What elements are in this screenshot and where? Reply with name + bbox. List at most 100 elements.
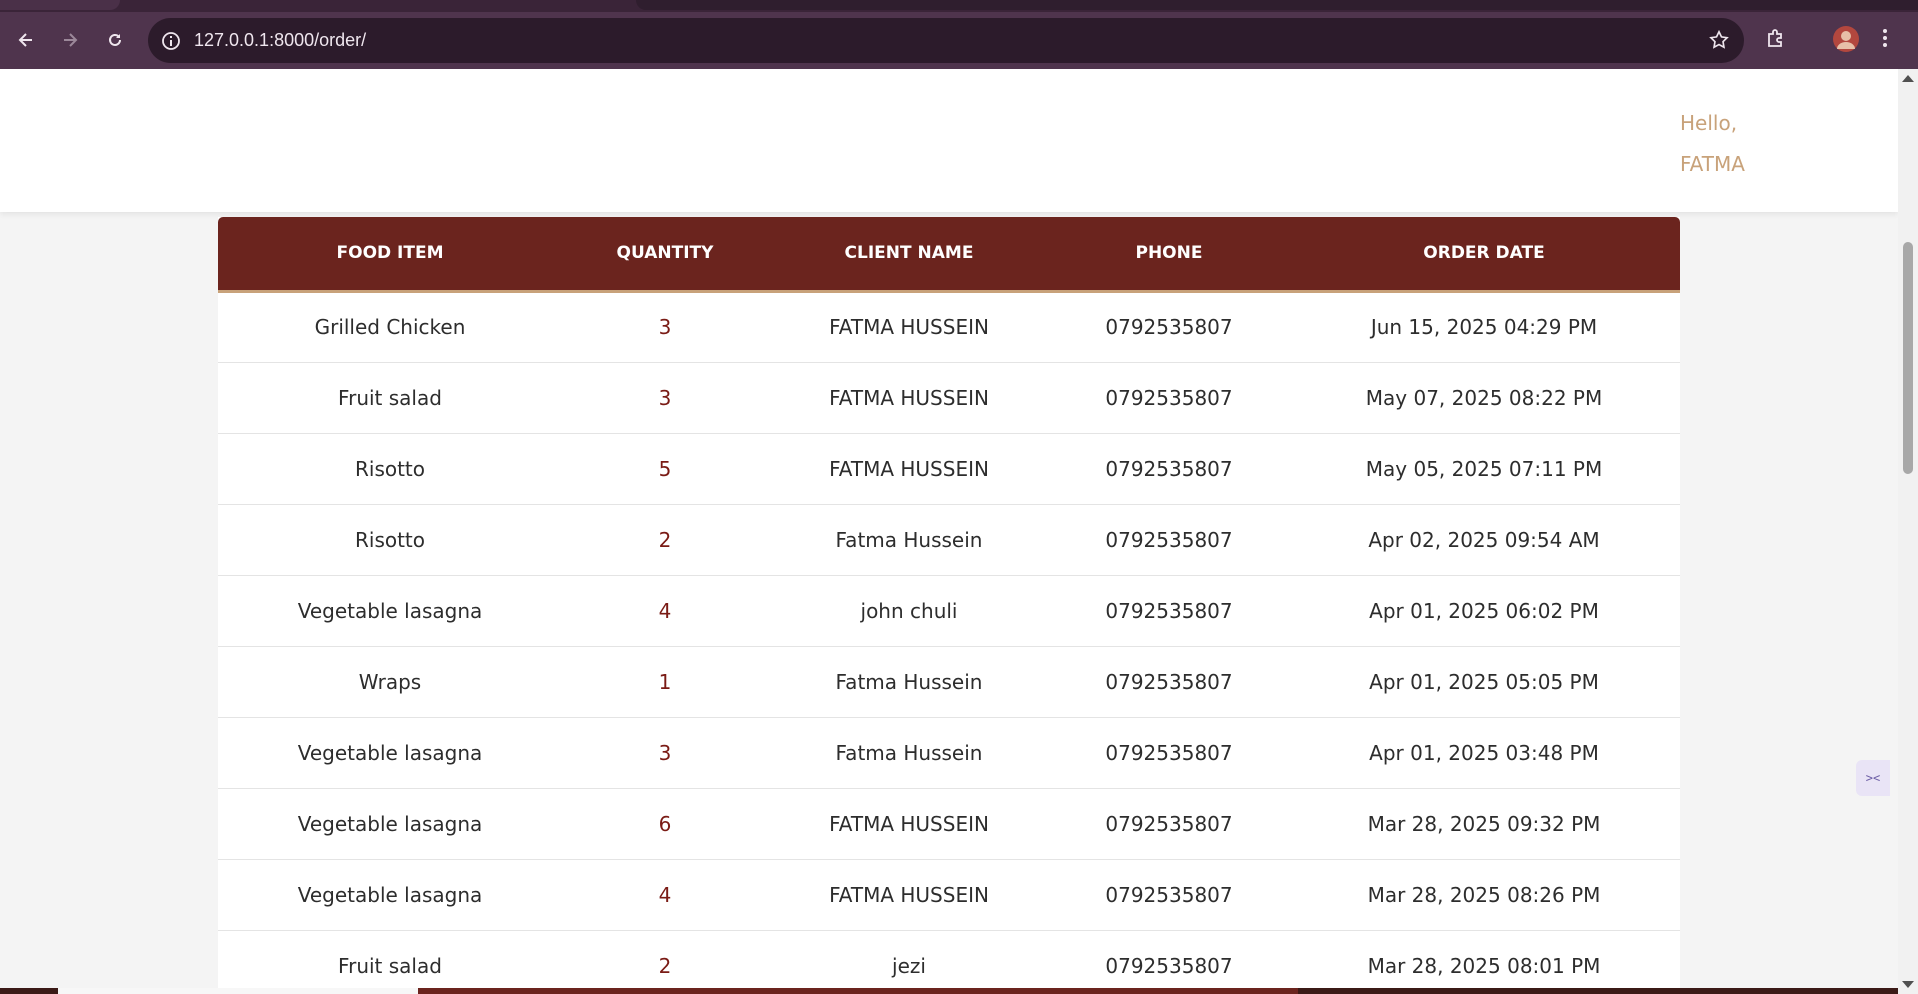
site-header: Hello, FATMA [0,69,1898,212]
client-name-cell: john chuli [768,575,1050,647]
orders-table: FOOD ITEM QUANTITY CLIENT NAME PHONE ORD… [218,217,1680,994]
avatar [1833,26,1859,52]
food-item-cell: Vegetable lasagna [218,717,562,789]
column-header-phone: PHONE [1050,217,1288,293]
site-info-icon[interactable] [160,30,182,52]
phone-cell: 0792535807 [1050,859,1288,931]
table-row: Vegetable lasagna 6 FATMA HUSSEIN 079253… [218,788,1680,860]
column-header-quantity: QUANTITY [562,217,768,293]
quantity-cell: 3 [562,717,768,789]
client-name-cell: Fatma Hussein [768,504,1050,576]
browser-menu-button[interactable] [1880,26,1890,54]
client-name-cell: jezi [768,930,1050,994]
quantity-cell: 1 [562,646,768,718]
order-date-cell: May 07, 2025 08:22 PM [1288,362,1680,434]
client-name-cell: FATMA HUSSEIN [768,433,1050,505]
food-item-cell: Fruit salad [218,930,562,994]
scroll-thumb[interactable] [1903,242,1913,474]
greeting-username: FATMA [1680,152,1745,176]
phone-cell: 0792535807 [1050,575,1288,647]
tab-strip [0,0,1918,12]
client-name-cell: FATMA HUSSEIN [768,788,1050,860]
quantity-cell: 3 [562,362,768,434]
table-row: Fruit salad 2 jezi 0792535807 Mar 28, 20… [218,930,1680,994]
client-name-cell: FATMA HUSSEIN [768,859,1050,931]
column-header-food-item: FOOD ITEM [218,217,562,293]
reload-icon [109,33,121,46]
quantity-cell: 2 [562,930,768,994]
table-row: Fruit salad 3 FATMA HUSSEIN 0792535807 M… [218,362,1680,434]
code-brackets-icon: >< [1865,771,1881,785]
order-date-cell: Mar 28, 2025 08:01 PM [1288,930,1680,994]
client-name-cell: FATMA HUSSEIN [768,291,1050,363]
food-item-cell: Grilled Chicken [218,291,562,363]
order-date-cell: Apr 01, 2025 03:48 PM [1288,717,1680,789]
phone-cell: 0792535807 [1050,291,1288,363]
food-item-cell: Vegetable lasagna [218,575,562,647]
phone-cell: 0792535807 [1050,362,1288,434]
url-text[interactable]: 127.0.0.1:8000/order/ [194,30,366,51]
phone-cell: 0792535807 [1050,717,1288,789]
order-date-cell: Apr 01, 2025 05:05 PM [1288,646,1680,718]
client-name-cell: Fatma Hussein [768,717,1050,789]
phone-cell: 0792535807 [1050,788,1288,860]
orders-table-container: FOOD ITEM QUANTITY CLIENT NAME PHONE ORD… [218,217,1680,994]
food-item-cell: Risotto [218,433,562,505]
phone-cell: 0792535807 [1050,504,1288,576]
column-header-client-name: CLIENT NAME [768,217,1050,293]
profile-avatar[interactable] [1832,25,1860,57]
bottom-segment [58,988,418,994]
browser-toolbar: 127.0.0.1:8000/order/ [0,12,1918,69]
client-name-cell: FATMA HUSSEIN [768,362,1050,434]
quantity-cell: 6 [562,788,768,860]
table-row: Risotto 2 Fatma Hussein 0792535807 Apr 0… [218,504,1680,576]
quantity-cell: 3 [562,291,768,363]
quantity-cell: 4 [562,575,768,647]
table-row: Wraps 1 Fatma Hussein 0792535807 Apr 01,… [218,646,1680,718]
address-bar[interactable]: 127.0.0.1:8000/order/ [148,18,1744,63]
back-button[interactable] [12,26,40,54]
scroll-down-arrow-icon[interactable] [1902,981,1914,988]
food-item-cell: Wraps [218,646,562,718]
column-header-order-date: ORDER DATE [1288,217,1680,293]
order-date-cell: Mar 28, 2025 08:26 PM [1288,859,1680,931]
bottom-segment [418,988,1298,994]
bookmark-star-icon[interactable] [1708,29,1730,51]
quantity-cell: 4 [562,859,768,931]
user-greeting[interactable]: Hello, FATMA [1680,103,1745,185]
phone-cell: 0792535807 [1050,646,1288,718]
order-date-cell: Mar 28, 2025 09:32 PM [1288,788,1680,860]
table-row: Vegetable lasagna 4 FATMA HUSSEIN 079253… [218,859,1680,931]
reload-button[interactable] [101,26,129,54]
food-item-cell: Risotto [218,504,562,576]
greeting-line: Hello, [1680,111,1738,135]
page-bottom-edge [0,988,1898,994]
page-scrollbar[interactable] [1898,69,1918,994]
quantity-cell: 5 [562,433,768,505]
page-viewport: Hello, FATMA FOOD ITEM QUANTITY CLIENT N… [0,69,1898,994]
table-row: Risotto 5 FATMA HUSSEIN 0792535807 May 0… [218,433,1680,505]
forward-button[interactable] [56,26,84,54]
table-row: Vegetable lasagna 4 john chuli 079253580… [218,575,1680,647]
quantity-cell: 2 [562,504,768,576]
table-row: Vegetable lasagna 3 Fatma Hussein 079253… [218,717,1680,789]
phone-cell: 0792535807 [1050,433,1288,505]
extensions-button[interactable] [1764,26,1788,54]
browser-tab[interactable] [0,0,120,10]
food-item-cell: Vegetable lasagna [218,788,562,860]
order-date-cell: May 05, 2025 07:11 PM [1288,433,1680,505]
forward-arrow-icon [64,33,78,47]
browser-tab[interactable] [636,0,1918,10]
table-row: Grilled Chicken 3 FATMA HUSSEIN 07925358… [218,291,1680,363]
order-date-cell: Apr 02, 2025 09:54 AM [1288,504,1680,576]
scroll-up-arrow-icon[interactable] [1902,75,1914,82]
extensions-puzzle-icon [1768,29,1782,47]
order-date-cell: Apr 01, 2025 06:02 PM [1288,575,1680,647]
kebab-menu-icon [1883,29,1887,47]
table-header-row: FOOD ITEM QUANTITY CLIENT NAME PHONE ORD… [218,217,1680,293]
food-item-cell: Fruit salad [218,362,562,434]
client-name-cell: Fatma Hussein [768,646,1050,718]
side-panel-toggle[interactable]: >< [1856,760,1890,796]
order-date-cell: Jun 15, 2025 04:29 PM [1288,291,1680,363]
back-arrow-icon [18,33,32,47]
